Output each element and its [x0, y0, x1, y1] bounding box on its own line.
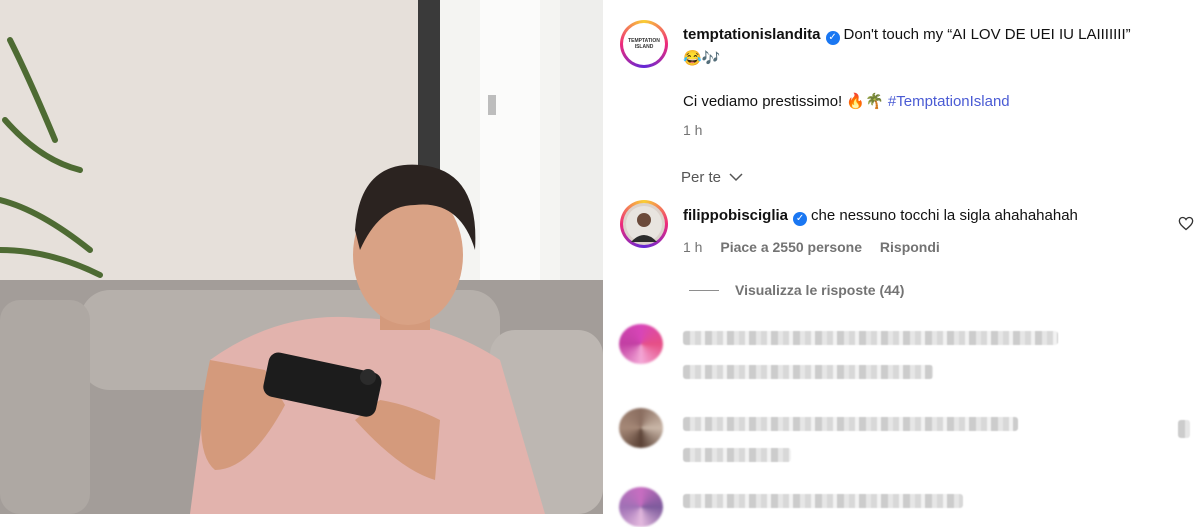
blurred-comment-line	[683, 331, 1058, 345]
comment-time: 1 h	[683, 239, 703, 255]
reply-button[interactable]: Rispondi	[880, 239, 940, 255]
blurred-comment-line	[683, 417, 1018, 431]
post-time: 1 h	[683, 122, 703, 138]
verified-icon: ✓	[793, 212, 808, 226]
caption-line-1: Don't touch my “AI LOV DE UEI IU LAIIIII…	[843, 26, 1131, 43]
caption-emoji: 😂🎶	[683, 50, 721, 67]
post-author-username[interactable]: temptationislandita	[683, 26, 821, 43]
heart-icon[interactable]	[1178, 216, 1194, 231]
blurred-avatar	[619, 324, 663, 364]
post-author-avatar[interactable]: TEMPTATION ISLAND	[620, 20, 668, 68]
photo-illustration	[0, 0, 603, 514]
filter-label: Per te	[681, 169, 722, 186]
comment-likes[interactable]: Piace a 2550 persone	[720, 239, 862, 255]
commenter-avatar[interactable]	[620, 200, 668, 248]
temptation-island-logo: TEMPTATION ISLAND	[626, 26, 662, 62]
blurred-comment-line	[683, 448, 791, 462]
post-caption: temptationislandita ✓ Don't touch my “AI L…	[683, 24, 1131, 46]
commenter-username[interactable]: filippobisciglia	[683, 207, 788, 224]
comment-meta: 1 h Piace a 2550 persone Rispondi	[683, 239, 940, 255]
person-avatar-icon	[626, 206, 662, 242]
view-replies-button[interactable]: Visualizza le risposte (44)	[689, 282, 904, 298]
chevron-down-icon	[729, 173, 743, 182]
blurred-like	[1178, 420, 1190, 438]
comment-text: che nessuno tocchi la sigla ahahahahah	[811, 207, 1078, 224]
comment-filter-dropdown[interactable]: Per te	[681, 169, 743, 186]
comments-panel: TEMPTATION ISLAND temptationislandita ✓ Do…	[603, 0, 1200, 527]
blurred-comment-line	[683, 494, 963, 508]
blurred-comment-line	[683, 365, 933, 379]
post-photo	[0, 0, 603, 514]
blurred-avatar	[619, 487, 663, 527]
comment-body: filippobisciglia ✓ che nessuno tocchi la s…	[683, 205, 1078, 227]
view-replies-label: Visualizza le risposte (44)	[735, 282, 905, 298]
verified-icon: ✓	[825, 31, 840, 45]
reply-divider-line	[689, 290, 719, 291]
caption-line-2-wrap: Ci vediamo prestissimo! 🔥🌴 #TemptationIs…	[683, 91, 1010, 113]
blurred-avatar	[619, 408, 663, 448]
hashtag-link[interactable]: #TemptationIsland	[888, 93, 1010, 110]
caption-line-2: Ci vediamo prestissimo! 🔥🌴	[683, 93, 888, 110]
